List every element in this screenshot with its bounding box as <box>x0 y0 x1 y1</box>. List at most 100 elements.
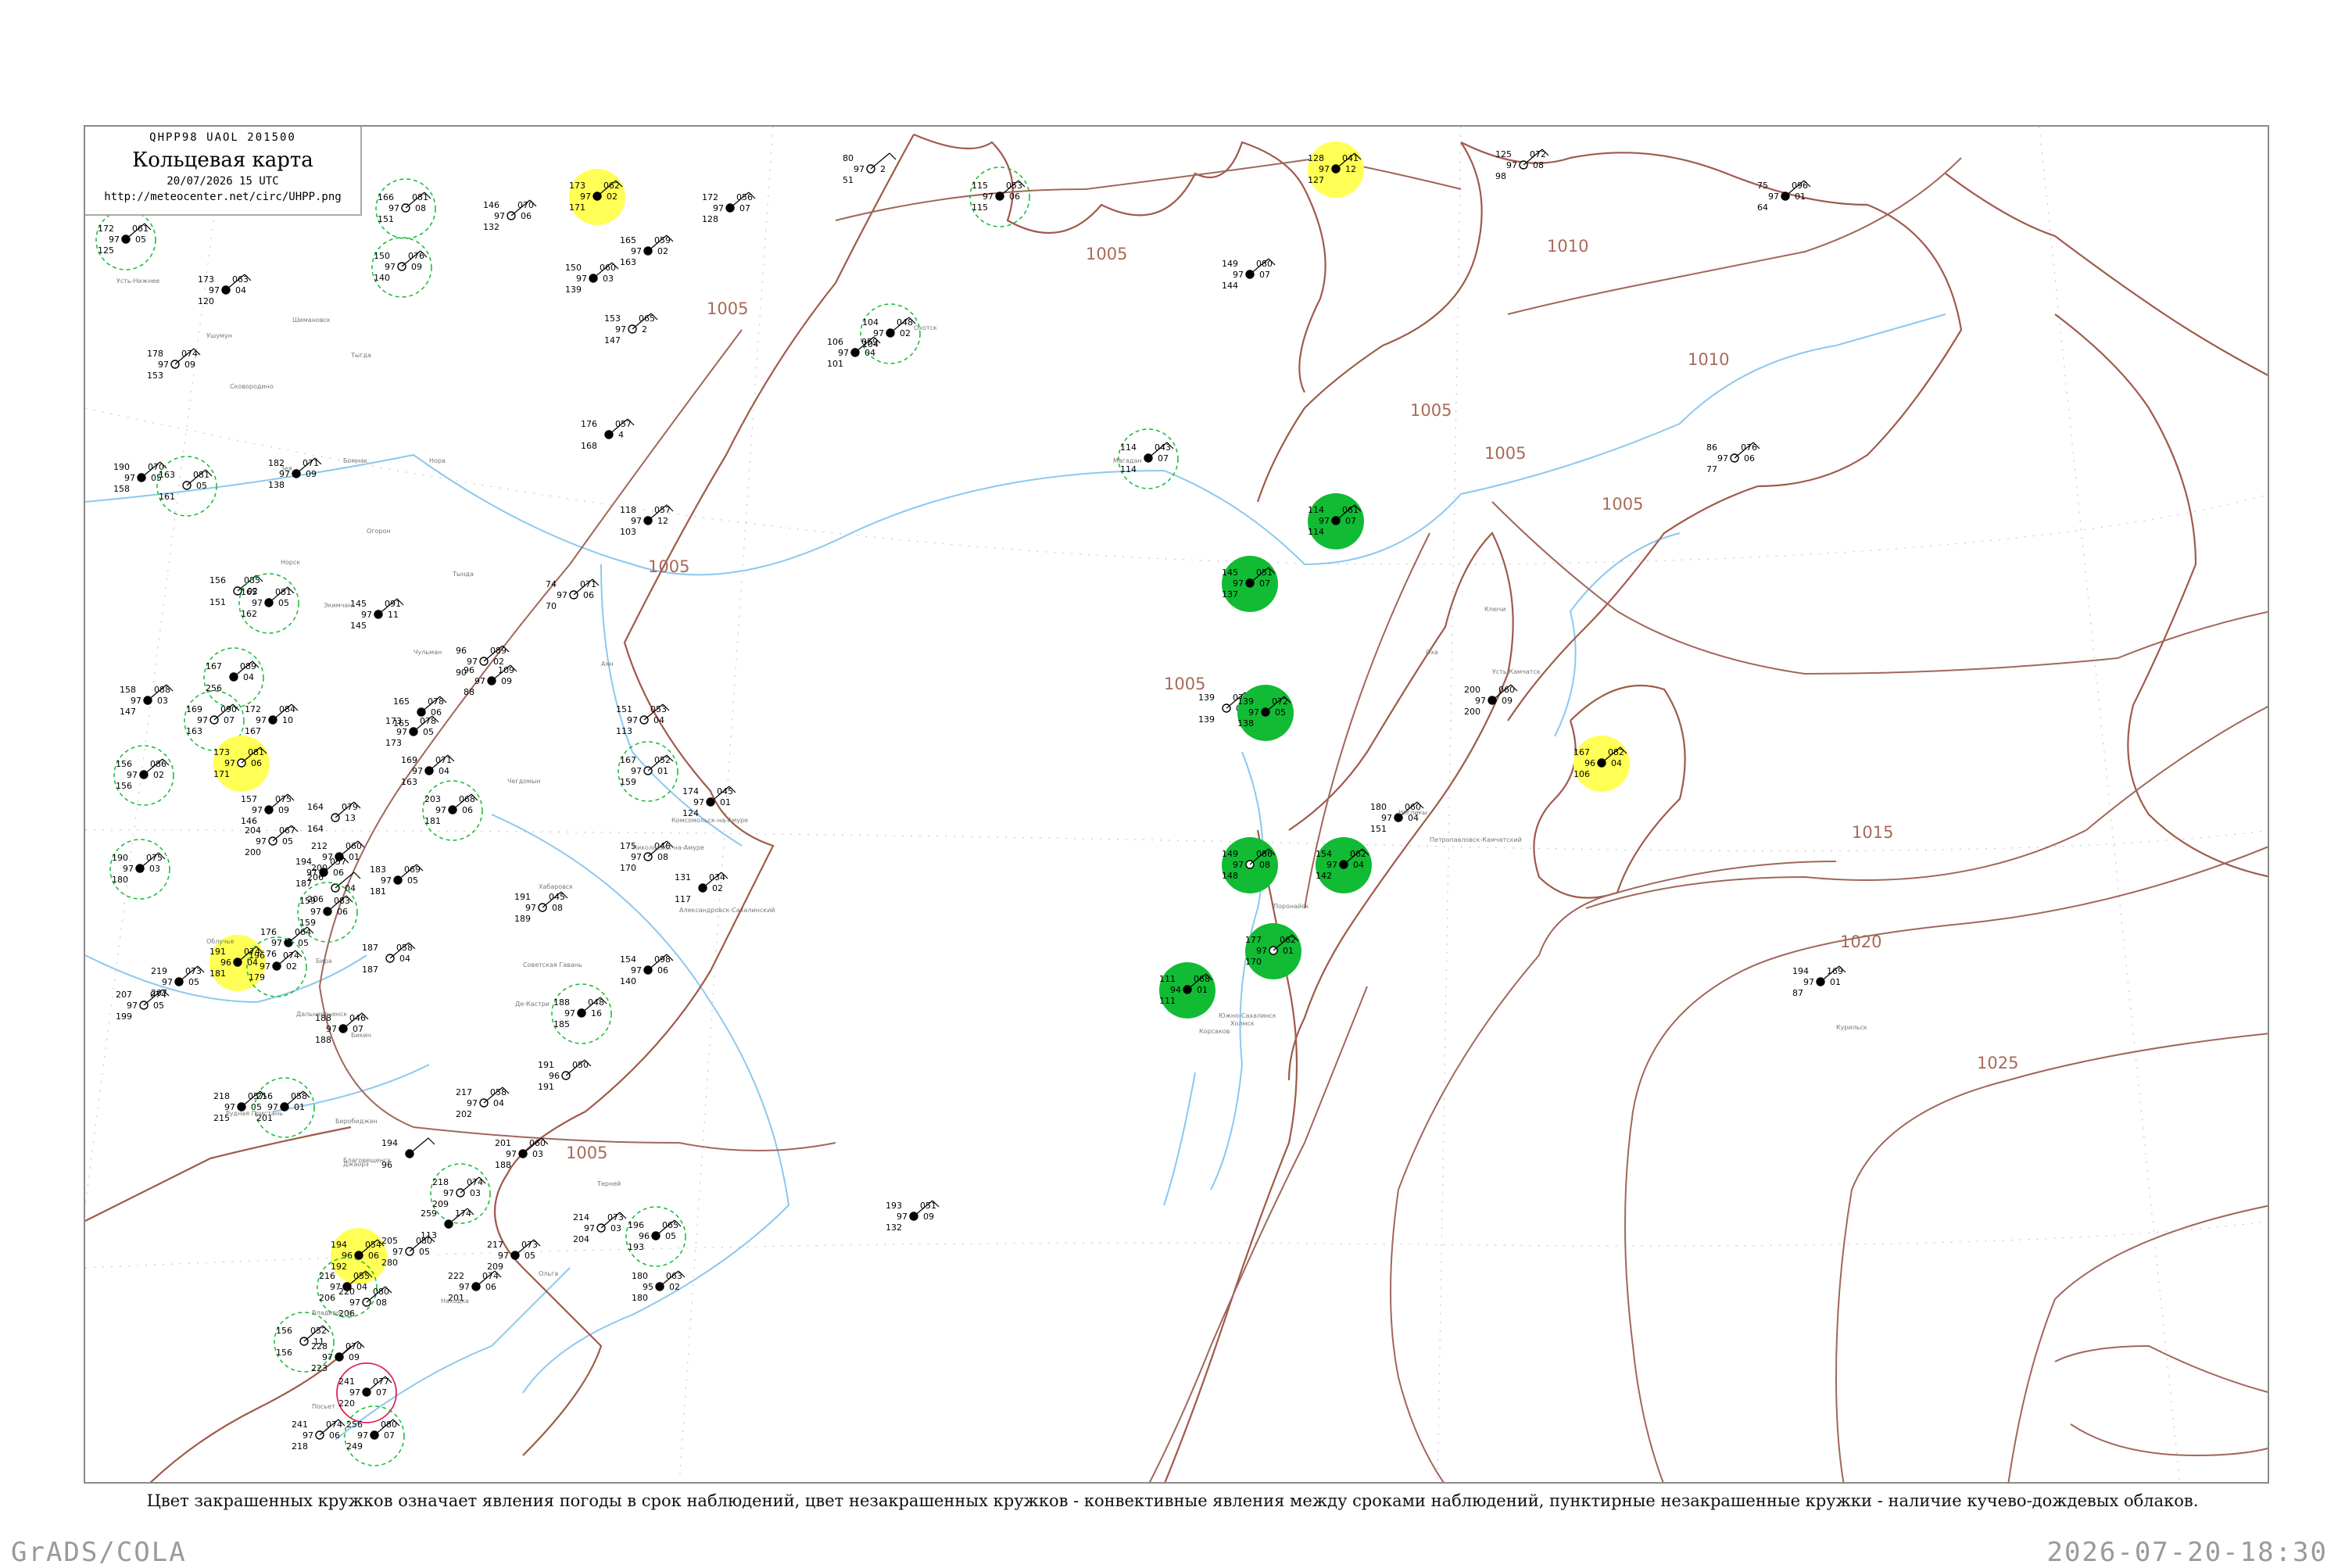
station-value-tn: 163 <box>186 726 202 736</box>
station-value-tn: 163 <box>620 257 636 267</box>
station-value-p: 97 <box>897 1212 908 1222</box>
station-value-w: 06 <box>1009 192 1020 202</box>
station-value-w: 07 <box>384 1430 395 1441</box>
station-value-t: 149 <box>1222 849 1238 859</box>
station-value-dd: 075 <box>275 794 292 804</box>
station-value-t: 241 <box>338 1376 355 1387</box>
station-value-tn: 106 <box>1573 769 1590 779</box>
station-value-p: 97 <box>435 805 446 815</box>
station-value-dd: 169 <box>1827 966 1843 976</box>
station-value-p: 97 <box>627 715 638 725</box>
station-value-dd: 046 <box>349 1013 366 1023</box>
station-value-w: 05 <box>278 598 289 608</box>
station-value-tn: 181 <box>370 886 386 897</box>
station-value-w: 07 <box>1345 516 1356 526</box>
station-value-p: 97 <box>564 1008 575 1018</box>
station-name: Огорон <box>367 528 391 535</box>
station-value-w: 04 <box>399 954 410 964</box>
station-value-w: 09 <box>278 805 289 815</box>
station-value-tn: 115 <box>972 202 988 213</box>
station-value-tn: 153 <box>147 371 163 381</box>
station-value-p: 97 <box>615 324 626 335</box>
station-plot: 241 077 97 07 220 <box>336 1362 397 1423</box>
station-value-dd: 076 <box>1741 442 1757 453</box>
station-value-dd: 080 <box>381 1419 397 1430</box>
station-plot: 216 05897 01201 <box>254 1077 315 1138</box>
station-name: Комсомольск-на-Амуре <box>671 817 748 824</box>
station-value-p: 97 <box>252 598 263 608</box>
station-value-w: 05 <box>423 727 434 737</box>
station-value-tn: 218 <box>292 1441 308 1452</box>
station-value-t: 163 <box>159 470 175 480</box>
station-value-tn: 171 <box>569 202 585 213</box>
station-value-dd: 051 <box>1256 567 1273 578</box>
station-value-tn: 132 <box>483 222 499 232</box>
station-value-t: 172 <box>98 224 114 234</box>
station-value-t: 172 <box>702 192 718 202</box>
station-plot: 177 062 97 01 170 <box>1245 923 1301 979</box>
station-value-dd: 060 <box>345 841 362 851</box>
station-name: Ольга <box>539 1270 558 1277</box>
station-value-w: 02 <box>669 1282 680 1292</box>
station-value-dd: 074 <box>467 1177 483 1187</box>
station-name: Чегдомын <box>507 778 541 785</box>
station-value-tn: 148 <box>1222 871 1238 881</box>
station-value-p: 97 <box>1319 164 1330 174</box>
station-value-p: 97 <box>1381 813 1392 823</box>
station-value-t: 177 <box>1245 935 1262 945</box>
station-value-p: 97 <box>1717 453 1728 464</box>
station-name: Петропавловск-Камчатский <box>1430 836 1522 843</box>
station-value-p: 97 <box>525 903 536 913</box>
station-plot: 176 0574 168 <box>581 418 635 451</box>
station-name: Бикин <box>351 1032 371 1039</box>
station-value-dd: 074 <box>482 1271 499 1281</box>
station-value-t: 139 <box>1198 693 1215 703</box>
isobar-labels: 1005100510051005100510051005100510101010… <box>566 237 2018 1162</box>
station-plot: 167 08904 256 <box>203 647 264 708</box>
station-value-tn: 164 <box>307 824 324 834</box>
station-plot: 173 081 97 06 171 <box>213 736 270 792</box>
station-value-dd: 045 <box>717 786 733 797</box>
station-name: Холмск <box>1230 1020 1255 1027</box>
station-value-dd: 058 <box>291 1091 307 1101</box>
map-url[interactable]: http://meteocenter.net/circ/UHPP.png <box>85 191 360 203</box>
station-value-t: 80 <box>843 153 854 163</box>
station-value-dd: 060 <box>529 1138 546 1148</box>
station-value-tn: 70 <box>546 601 557 611</box>
station-value-tn: 140 <box>620 976 636 986</box>
station-value-p: 97 <box>209 285 220 295</box>
station-value-w: 05 <box>665 1231 676 1241</box>
station-value-dd: 059 <box>861 337 878 347</box>
station-value-dd: 055 <box>353 1271 370 1281</box>
station-value-t: 159 <box>299 896 316 906</box>
station-value-dd: 079 <box>342 802 358 812</box>
station-value-t: 156 <box>209 575 226 585</box>
station-plot: 172 061 97 05 125 <box>95 209 156 270</box>
station-value-tn: 181 <box>209 968 226 979</box>
station-value-w: 02 <box>657 246 668 256</box>
station-plot: 111 068 94 01 111 <box>1159 962 1215 1018</box>
station-value-w: 07 <box>376 1387 387 1398</box>
station-value-tn: 280 <box>381 1258 398 1268</box>
station-value-tn: 220 <box>338 1398 355 1409</box>
station-value-t: 190 <box>112 853 128 863</box>
station-plot: 172 084 97 10 167 <box>245 703 299 736</box>
station-value-w: 07 <box>1158 453 1169 464</box>
station-value-t: 106 <box>827 337 843 347</box>
station-value-tn: 173 <box>385 738 402 748</box>
station-value-tn: 88 <box>464 687 474 697</box>
station-value-t: 205 <box>381 1236 398 1246</box>
station-value-t: 218 <box>432 1177 449 1187</box>
station-value-tn: 120 <box>198 296 214 306</box>
station-value-tn: 144 <box>1222 281 1238 291</box>
station-value-tn: 199 <box>116 1011 132 1022</box>
station-plot: 74 071 97 06 70 <box>546 578 600 611</box>
station-value-t: 176 <box>260 927 277 937</box>
station-value-p: 97 <box>349 1298 360 1308</box>
station-value-w: 08 <box>415 203 426 213</box>
station-value-p: 97 <box>631 965 642 976</box>
station-plot: 205 080 97 05 280 <box>381 1235 435 1268</box>
isobar-label: 1005 <box>1602 495 1643 514</box>
station-value-dd: 057 <box>330 857 346 867</box>
station-value-dd: 043 <box>1155 442 1171 453</box>
